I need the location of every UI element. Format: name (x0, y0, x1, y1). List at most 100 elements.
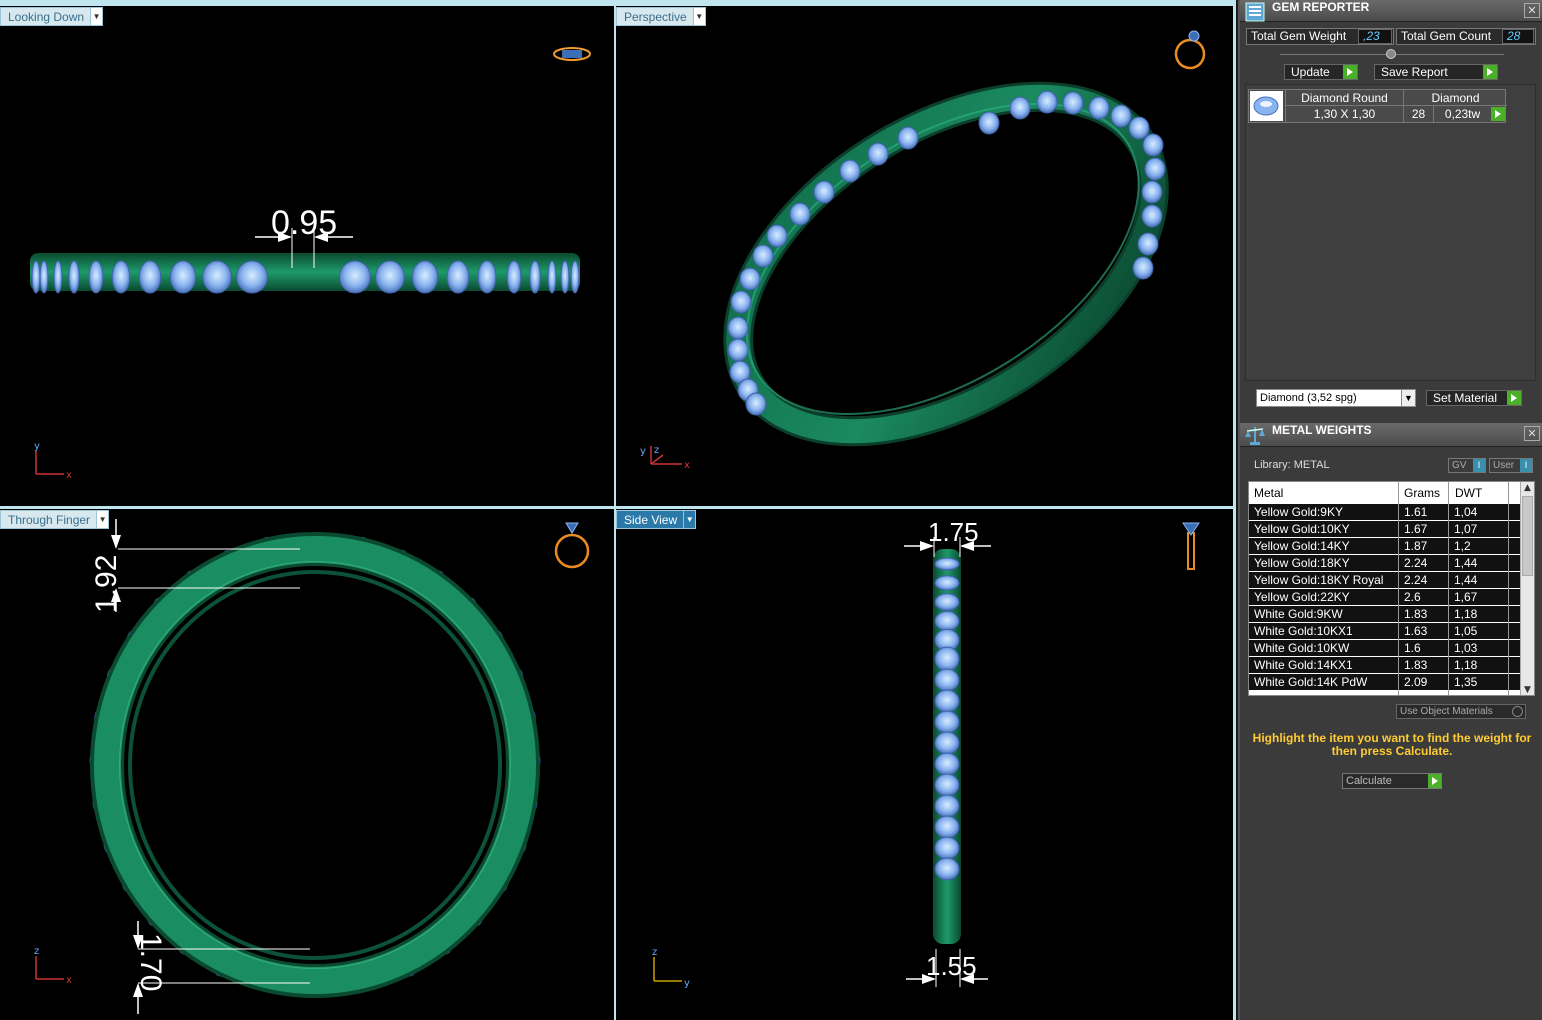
table-row[interactable]: Yellow Gold:18KY 2.24 1,44 (1249, 555, 1521, 572)
viewport-label-looking-down[interactable]: Looking Down ▼ (0, 7, 104, 26)
dwt-cell: 1,2 (1454, 539, 1471, 553)
gem-list-item[interactable]: Diamond Round Diamond 1,30 X 1,30 28 0,2… (1248, 89, 1507, 123)
svg-text:z: z (652, 947, 657, 958)
table-row[interactable]: White Gold:14K PdW 2.09 1,35 (1249, 674, 1521, 691)
chevron-down-icon[interactable]: ▼ (692, 8, 705, 25)
scroll-up-icon[interactable]: ▲ (1521, 482, 1534, 495)
table-row[interactable]: White Gold:10KW 1.6 1,03 (1249, 640, 1521, 657)
play-icon (1428, 774, 1441, 788)
slider-handle[interactable] (1386, 49, 1396, 59)
metal-name-cell: White Gold:10KW (1254, 641, 1350, 655)
metal-library-label: Library: METAL (1254, 459, 1330, 471)
svg-text:x: x (66, 975, 72, 986)
gem-stone (813, 180, 835, 204)
table-row[interactable]: White Gold:9KW 1.83 1,18 (1249, 606, 1521, 623)
dimension-side-bottom: 1.55 (926, 951, 977, 981)
svg-text:x: x (66, 470, 72, 481)
save-report-button[interactable]: Save Report (1374, 64, 1498, 80)
viewport-side-view[interactable]: y z 1.75 1.55 Side View ▼ (616, 509, 1233, 1020)
table-row[interactable]: Yellow Gold:14KY 1.87 1,2 (1249, 538, 1521, 555)
gem-stone (934, 857, 960, 881)
gem-stone (789, 202, 811, 226)
table-row[interactable]: Yellow Gold:10KY 1.67 1,07 (1249, 521, 1521, 538)
table-scrollbar[interactable]: ▲ ▼ (1520, 482, 1534, 695)
update-button[interactable]: Update (1284, 64, 1358, 80)
gem-stone (477, 260, 497, 294)
gem-stone (169, 260, 197, 294)
gem-size: 1,30 X 1,30 (1285, 106, 1403, 122)
gem-stone (934, 557, 960, 571)
set-material-button[interactable]: Set Material (1426, 390, 1522, 406)
grams-cell: 1.83 (1404, 658, 1428, 672)
gem-reporter-header: GEM REPORTER ✕ (1240, 0, 1542, 22)
dwt-cell: 1,35 (1454, 675, 1478, 689)
gem-stone (867, 142, 889, 166)
gem-list-area (1245, 84, 1536, 381)
scroll-thumb[interactable] (1522, 496, 1533, 576)
column-grams[interactable]: Grams (1404, 486, 1440, 500)
play-icon (1483, 65, 1497, 79)
gem-stone (202, 260, 232, 294)
use-object-materials-checkbox[interactable]: Use Object Materials (1396, 704, 1526, 719)
gem-count: 28 (1403, 106, 1433, 122)
column-dwt[interactable]: DWT (1455, 486, 1482, 500)
metal-name-cell: White Gold:14KX1 (1254, 658, 1353, 672)
viewport-perspective[interactable]: x y z Perspective ▼ (616, 6, 1233, 506)
gem-stone (1128, 116, 1150, 140)
viewport-label-through-finger[interactable]: Through Finger ▼ (0, 510, 110, 529)
viewport-label-text: Through Finger (8, 512, 91, 527)
gem-detail-button[interactable] (1491, 107, 1505, 123)
viewport-label-text: Side View (624, 512, 678, 527)
chevron-down-icon[interactable]: ▼ (683, 511, 696, 528)
table-row[interactable]: White Gold:14KX1 1.83 1,18 (1249, 657, 1521, 674)
material-select[interactable]: Diamond (3,52 spg) ▼ (1256, 389, 1416, 407)
close-icon[interactable]: ✕ (1524, 3, 1540, 18)
chevron-down-icon[interactable]: ▼ (90, 8, 103, 25)
viewport-label-side-view[interactable]: Side View ▼ (616, 510, 697, 529)
viewport-label-text: Looking Down (8, 9, 85, 24)
gem-stone (570, 260, 580, 294)
dimension-top-thickness: 1.92 (90, 554, 123, 613)
gem-stone (934, 836, 960, 860)
table-row[interactable]: White Gold:10KX1 1.63 1,05 (1249, 623, 1521, 640)
table-row[interactable]: Yellow Gold:9KY 1.61 1,04 (1249, 504, 1521, 521)
update-label: Update (1291, 65, 1330, 79)
metal-weights-hint: Highlight the item you want to find the … (1252, 731, 1532, 758)
radio-icon (1512, 706, 1523, 717)
metal-weights-header: METAL WEIGHTS ✕ (1240, 423, 1542, 447)
gem-weight: 0,23tw (1433, 106, 1491, 122)
gem-stone (934, 668, 960, 692)
table-row[interactable]: Yellow Gold:22KY 2.6 1,67 (1249, 589, 1521, 606)
metal-name-cell: Yellow Gold:14KY (1254, 539, 1350, 553)
gem-stone (730, 290, 752, 314)
gem-stone (339, 260, 371, 294)
dwt-cell: 1,04 (1454, 505, 1478, 519)
gem-reporter-title: GEM REPORTER (1272, 0, 1370, 14)
viewport-looking-down[interactable]: x y 0.95 Looking Down ▼ (0, 6, 614, 506)
viewport-label-perspective[interactable]: Perspective ▼ (616, 7, 706, 26)
gem-stone (1132, 256, 1154, 280)
column-metal[interactable]: Metal (1254, 486, 1283, 500)
grams-cell: 1.63 (1404, 624, 1428, 638)
gem-stone (752, 244, 774, 268)
chevron-down-icon[interactable]: ▼ (1401, 390, 1415, 406)
gem-stone (934, 773, 960, 797)
ring-top-view-icon (553, 47, 591, 61)
gv-toggle[interactable]: GV I (1448, 458, 1486, 473)
dwt-cell: 1,44 (1454, 556, 1478, 570)
gem-stone (1088, 96, 1110, 120)
chevron-down-icon[interactable]: ▼ (96, 511, 109, 528)
dwt-cell: 1,44 (1454, 573, 1478, 587)
table-row[interactable]: Yellow Gold:18KY Royal 2.24 1,44 (1249, 572, 1521, 589)
close-icon[interactable]: ✕ (1524, 426, 1540, 441)
user-label: User (1493, 460, 1515, 471)
gem-stone (934, 646, 960, 672)
user-toggle[interactable]: User I (1489, 458, 1533, 473)
save-report-label: Save Report (1381, 65, 1448, 79)
gem-stone (39, 260, 49, 294)
grams-cell: 1.6 (1404, 641, 1421, 655)
viewport-through-finger[interactable]: x z 1.92 1.70 Through Finger ▼ (0, 509, 614, 1020)
gem-stone (934, 593, 960, 611)
scroll-down-icon[interactable]: ▼ (1521, 684, 1534, 695)
calculate-button[interactable]: Calculate (1342, 773, 1442, 789)
